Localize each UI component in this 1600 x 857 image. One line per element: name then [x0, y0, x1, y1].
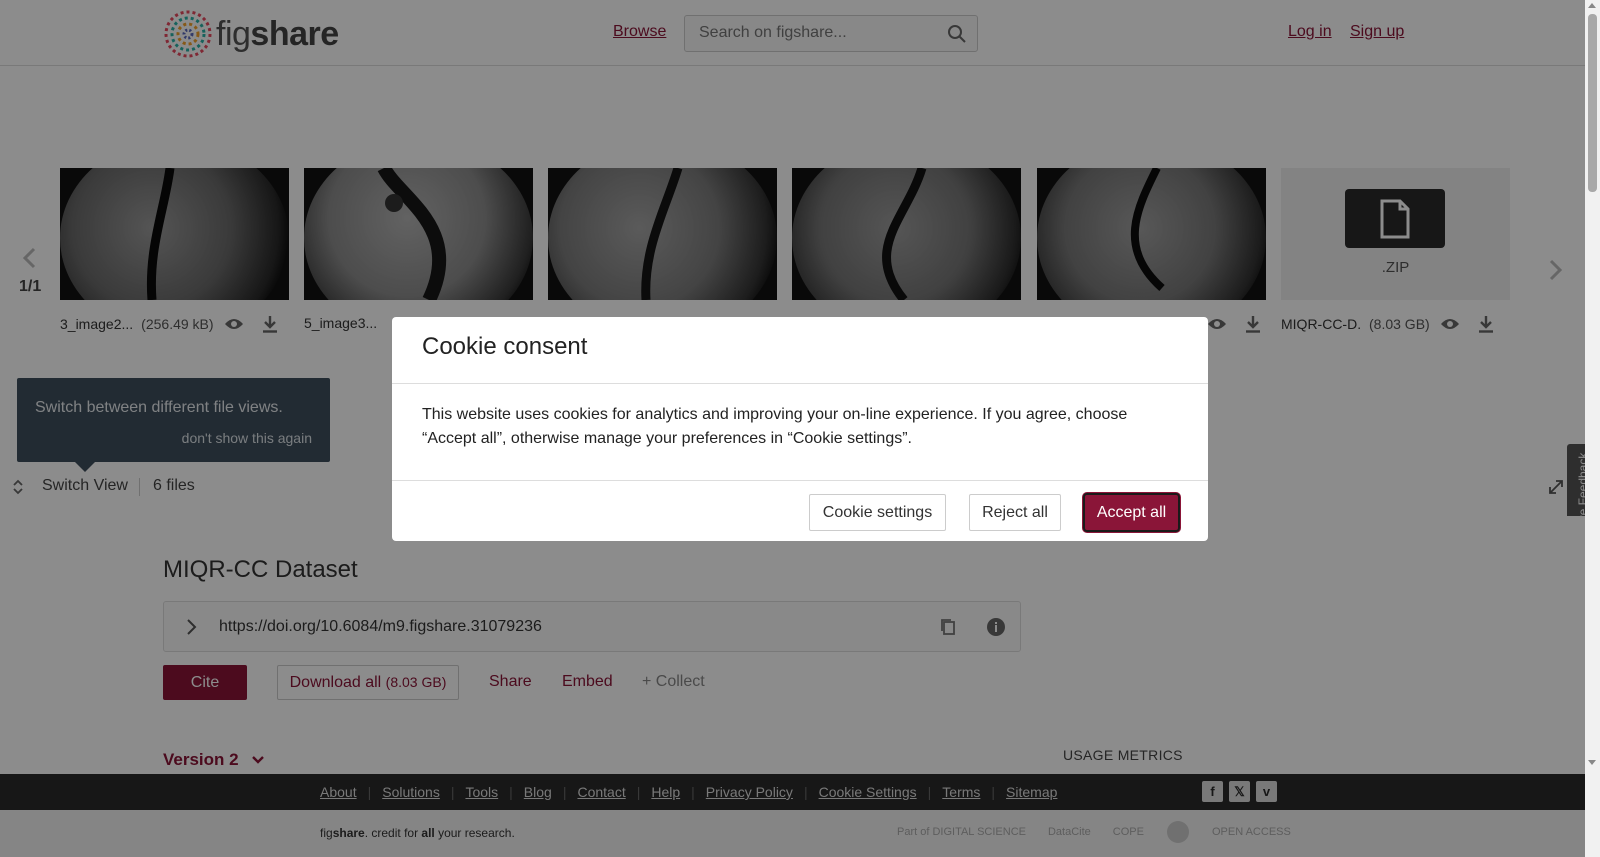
scroll-up-arrow[interactable] — [1588, 3, 1596, 8]
page-scrollbar[interactable] — [1585, 0, 1600, 857]
scroll-down-arrow[interactable] — [1588, 760, 1596, 765]
cookie-consent-dialog: Cookie consent This website uses cookies… — [392, 317, 1208, 541]
cookie-dialog-body: This website uses cookies for analytics … — [422, 406, 1128, 447]
divider — [392, 480, 1208, 481]
scroll-thumb[interactable] — [1588, 14, 1597, 192]
divider — [392, 383, 1208, 384]
cookie-dialog-title: Cookie consent — [422, 333, 588, 360]
accept-all-button[interactable]: Accept all — [1083, 493, 1180, 532]
cookie-settings-button[interactable]: Cookie settings — [809, 494, 946, 531]
reject-all-button[interactable]: Reject all — [969, 494, 1061, 531]
